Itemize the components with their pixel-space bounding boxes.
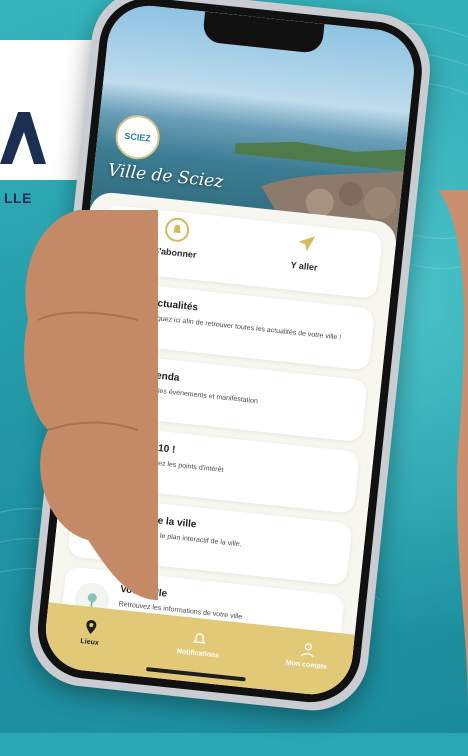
tab-places[interactable]: Lieux [44,614,136,650]
bell-plus-icon [165,217,190,242]
tab-label: Mon compte [285,659,328,671]
navigation-arrow-icon [298,236,316,252]
card-description: Cliquez ici afin de retrouver toutes les… [148,314,342,342]
brand-logo [0,112,46,164]
city-logo-badge: SCIEZ [113,113,162,162]
tab-label: Notifications [176,648,220,660]
brand-tagline: LLE [4,190,32,206]
tab-label: Lieux [80,638,100,647]
city-title: Ville de Sciez [106,160,225,193]
location-pin-icon [86,620,97,634]
card-description: Retrouvez les points d'intérêt [133,457,224,474]
go-there-button[interactable]: Y aller [247,226,362,293]
go-there-label: Y aller [290,259,318,273]
bell-outline-icon [192,633,206,644]
tab-account[interactable]: Mon compte [261,637,353,673]
card-description: Tous les événements et manifestation [140,385,259,406]
hand-left-fingers [24,210,158,600]
tab-notifications[interactable]: Notifications [153,626,245,662]
user-icon [301,643,314,658]
